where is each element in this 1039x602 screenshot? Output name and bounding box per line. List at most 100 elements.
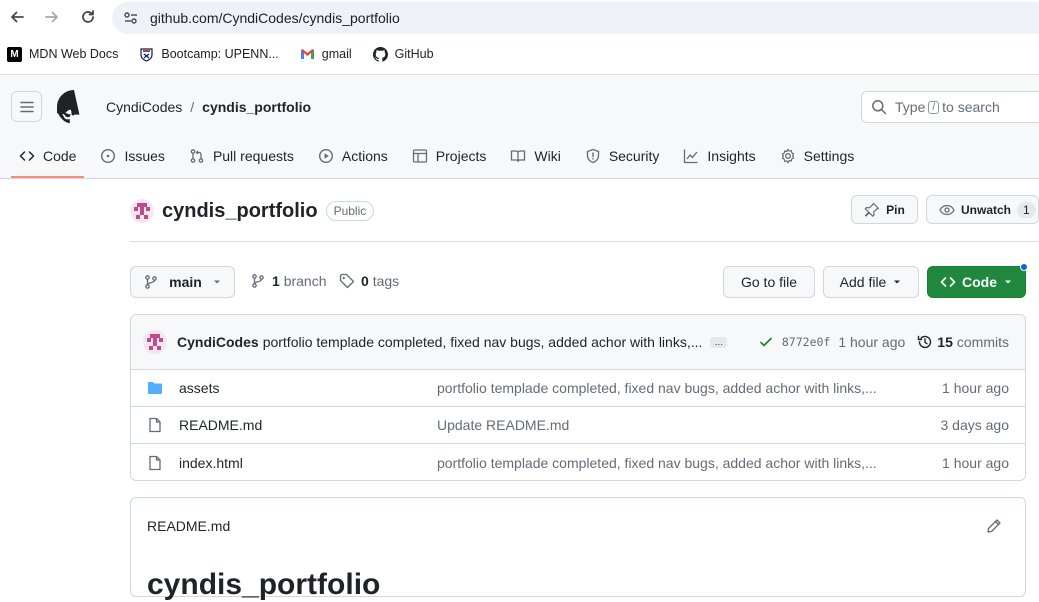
breadcrumb-separator: / xyxy=(190,99,195,115)
commit-time: 1 hour ago xyxy=(838,334,906,350)
file-name[interactable]: README.md xyxy=(179,417,262,433)
reload-icon xyxy=(82,10,94,23)
branch-icon xyxy=(145,275,158,289)
caret-down-icon xyxy=(894,280,901,284)
bookmark-github[interactable]: GitHub xyxy=(372,46,434,62)
file-table: CyndiCodes portfolio templade completed,… xyxy=(130,314,1026,481)
search-placeholder-suffix: to search xyxy=(942,99,1000,115)
folder-icon xyxy=(148,382,162,394)
url-text: github.com/CyndiCodes/cyndis_portfolio xyxy=(150,10,400,26)
avatar[interactable] xyxy=(130,199,154,223)
tab-pull-requests[interactable]: Pull requests xyxy=(181,136,302,176)
file-name[interactable]: assets xyxy=(179,380,219,396)
tab-wiki[interactable]: Wiki xyxy=(502,136,568,176)
upenn-icon xyxy=(139,47,154,62)
code-icon xyxy=(19,151,35,161)
repo-name[interactable]: cyndis_portfolio xyxy=(162,200,318,223)
back-arrow-icon xyxy=(11,11,24,23)
bookmark-label: gmail xyxy=(321,47,352,61)
commit-sha[interactable]: 8772e0f xyxy=(782,335,830,349)
bookmark-gmail[interactable]: gmail xyxy=(300,47,352,62)
file-time: 3 days ago xyxy=(940,417,1010,433)
add-file-label: Add file xyxy=(839,274,887,290)
tab-security[interactable]: Security xyxy=(577,136,668,176)
commit-author[interactable]: CyndiCodes xyxy=(177,334,259,350)
file-row-readme[interactable]: README.md Update README.md 3 days ago xyxy=(131,407,1025,444)
repo-link[interactable]: cyndis_portfolio xyxy=(202,99,311,115)
tab-settings[interactable]: Settings xyxy=(772,136,863,176)
caret-down-icon xyxy=(1005,280,1011,284)
bookmark-upenn[interactable]: Bootcamp: UPENN... xyxy=(139,47,279,62)
latest-commit-row: CyndiCodes portfolio templade completed,… xyxy=(131,315,1025,370)
caret-down-icon xyxy=(213,280,220,284)
commit-meta: 8772e0f 1 hour ago 15 commits xyxy=(758,334,1009,350)
forward-button[interactable] xyxy=(41,6,63,28)
search-icon xyxy=(872,100,887,115)
mdn-icon: M xyxy=(7,46,22,62)
branch-word: branch xyxy=(283,273,327,289)
readme-heading: cyndis_portfolio xyxy=(147,568,381,601)
back-button[interactable] xyxy=(6,6,28,28)
commit-count: 15 xyxy=(937,334,953,350)
watch-count: 1 xyxy=(1017,201,1036,218)
github-icon xyxy=(372,46,388,62)
pin-icon xyxy=(864,202,880,217)
tab-insights[interactable]: Insights xyxy=(675,136,763,176)
owner-link[interactable]: CyndiCodes xyxy=(106,99,182,115)
tab-label: Settings xyxy=(803,148,855,164)
branches-link[interactable]: 1 branch xyxy=(250,273,327,289)
tab-label: Security xyxy=(608,148,660,164)
site-info-icon[interactable] xyxy=(122,9,140,27)
file-time: 1 hour ago xyxy=(942,454,1009,471)
file-commit-message[interactable]: Update README.md xyxy=(437,417,569,433)
readme-panel: README.md cyndis_portfolio xyxy=(130,497,1026,601)
tags-link[interactable]: 0 tags xyxy=(339,273,399,289)
file-commit-message[interactable]: portfolio templade completed, fixed nav … xyxy=(437,455,877,471)
table-icon xyxy=(412,149,427,163)
avatar[interactable] xyxy=(143,330,167,354)
commit-message[interactable]: portfolio templade completed, fixed nav … xyxy=(263,334,703,350)
tab-label: Projects xyxy=(435,148,487,164)
tab-label: Code xyxy=(43,148,77,164)
add-file-button[interactable]: Add file xyxy=(823,266,919,298)
check-icon[interactable] xyxy=(758,334,774,350)
file-commit-message[interactable]: portfolio templade completed, fixed nav … xyxy=(437,380,877,396)
repo-tabs: Code Issues Pull requests Actions Projec… xyxy=(11,136,870,179)
branch-name: main xyxy=(169,274,202,290)
go-to-file-button[interactable]: Go to file xyxy=(723,266,815,298)
file-row-index[interactable]: index.html portfolio templade completed,… xyxy=(131,444,1025,480)
bookmark-mdn[interactable]: M MDN Web Docs xyxy=(7,46,118,62)
code-button[interactable]: Code xyxy=(927,266,1026,298)
github-header: CyndiCodes / cyndis_portfolio Type / to … xyxy=(0,76,1039,179)
hamburger-icon xyxy=(19,101,34,112)
reload-button[interactable] xyxy=(77,6,99,28)
search-input[interactable]: Type / to search xyxy=(861,91,1039,123)
branch-icon xyxy=(252,274,264,288)
slash-key-hint: / xyxy=(928,100,940,114)
tab-issues[interactable]: Issues xyxy=(92,136,172,176)
commits-link[interactable]: 15 commits xyxy=(917,334,1009,350)
commit-word: commits xyxy=(956,334,1009,350)
expand-commit-button[interactable]: … xyxy=(710,336,728,348)
file-name[interactable]: index.html xyxy=(179,455,243,471)
pin-button[interactable]: Pin xyxy=(851,195,918,224)
pin-label: Pin xyxy=(886,202,905,217)
tag-icon xyxy=(339,273,355,289)
tab-code[interactable]: Code xyxy=(11,136,85,178)
tag-count: 0 xyxy=(361,273,369,289)
pull-request-icon xyxy=(190,149,204,163)
pencil-icon[interactable] xyxy=(986,518,1002,534)
address-bar[interactable]: github.com/CyndiCodes/cyndis_portfolio xyxy=(112,2,1039,34)
branch-selector[interactable]: main xyxy=(130,266,235,298)
menu-button[interactable] xyxy=(11,91,42,122)
tab-actions[interactable]: Actions xyxy=(310,136,396,176)
issues-icon xyxy=(101,148,116,164)
browser-toolbar: github.com/CyndiCodes/cyndis_portfolio M… xyxy=(0,0,1039,75)
github-logo-icon[interactable] xyxy=(57,90,91,124)
gear-icon xyxy=(781,148,794,164)
tab-projects[interactable]: Projects xyxy=(404,136,495,176)
graph-icon xyxy=(684,149,698,164)
unwatch-button[interactable]: Unwatch 1 xyxy=(926,195,1039,224)
notification-dot xyxy=(1020,263,1028,271)
file-row-assets[interactable]: assets portfolio templade completed, fix… xyxy=(131,370,1025,407)
